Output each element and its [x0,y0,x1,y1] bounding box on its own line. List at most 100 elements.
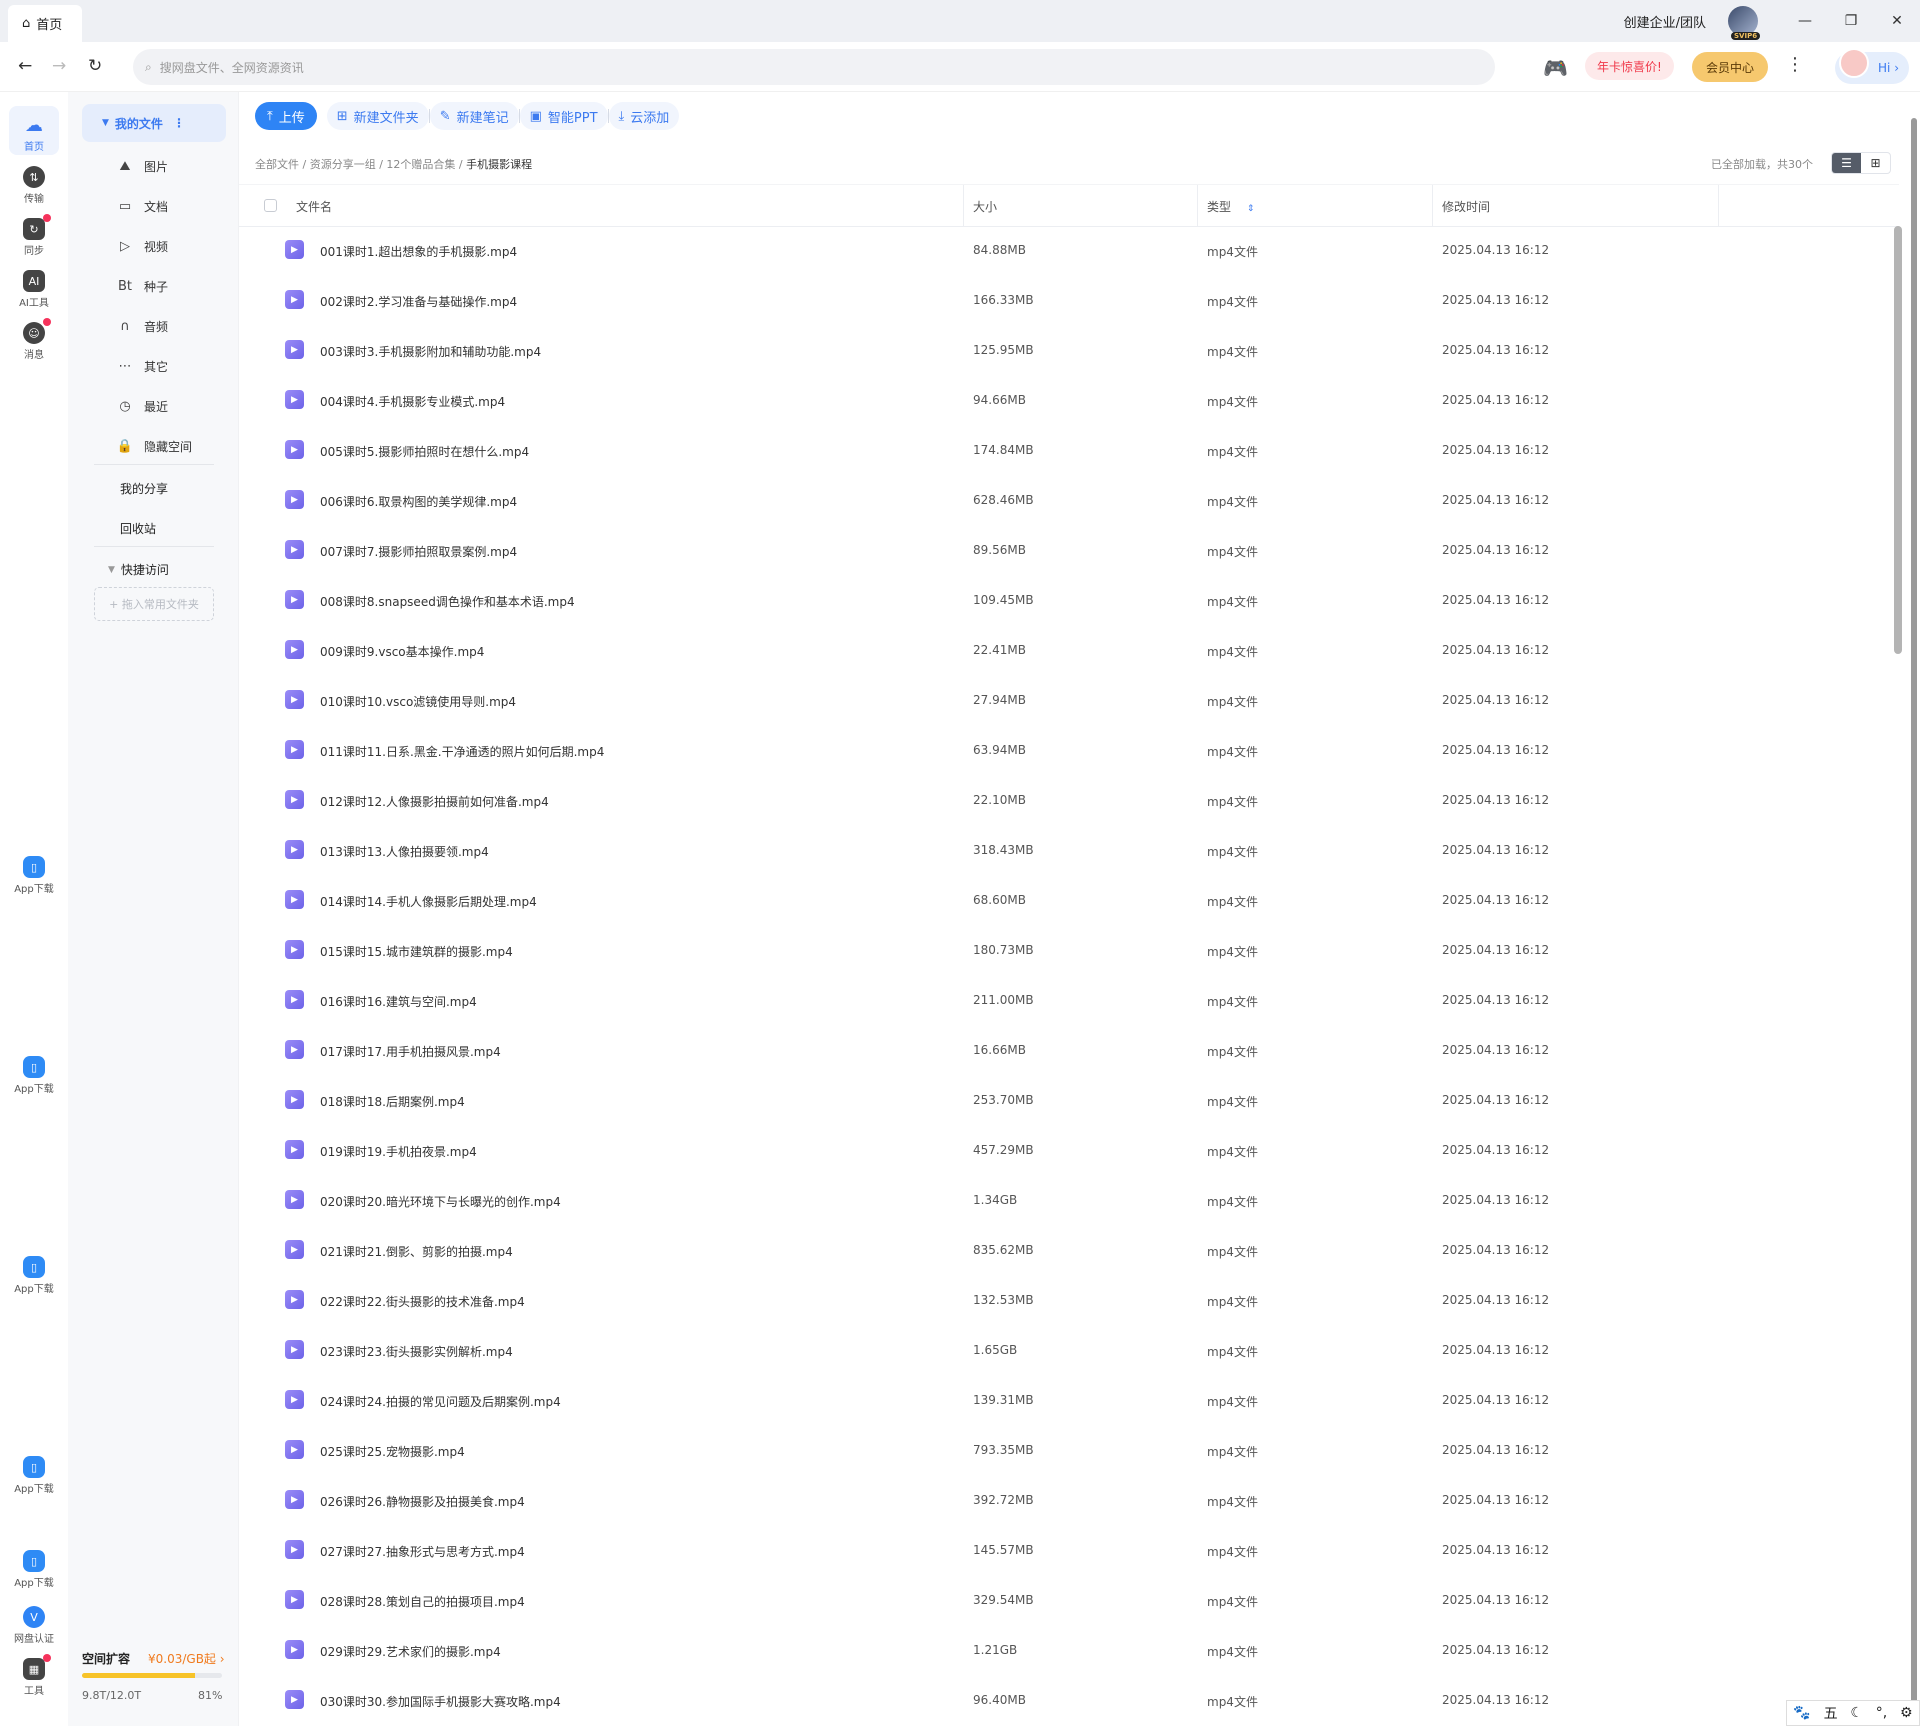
column-header-size[interactable]: 大小 [973,198,997,215]
table-row[interactable]: ▶ 005课时5.摄影师拍照时在想什么.mp4 174.84MB mp4文件 2025.… [239,426,1899,476]
page-scrollbar-thumb[interactable] [1911,118,1917,1718]
rail-app-download[interactable]: ▯ App下载 [0,856,68,895]
file-name[interactable]: 024课时24.拍摄的常见问题及后期案例.mp4 [320,1393,561,1410]
sidebar-item-videos[interactable]: ▷ 视频 [116,238,168,255]
rail-sync[interactable]: ↻ 同步 [0,214,68,257]
file-name[interactable]: 005课时5.摄影师拍照时在想什么.mp4 [320,443,529,460]
paw-icon[interactable]: 🐾 [1793,1705,1810,1721]
file-name[interactable]: 004课时4.手机摄影专业模式.mp4 [320,393,505,410]
column-header-type[interactable]: 类型 ⇕ [1207,198,1254,215]
file-name[interactable]: 010课时10.vsco滤镜使用导则.mp4 [320,693,516,710]
restore-button[interactable]: ❐ [1828,0,1874,42]
table-row[interactable]: ▶ 003课时3.手机摄影附加和辅助功能.mp4 125.95MB mp4文件 2025… [239,326,1899,376]
rail-transfer[interactable]: ⇅ 传输 [0,166,68,205]
sidebar-item-other[interactable]: ⋯ 其它 [116,358,169,375]
more-menu-icon[interactable]: ⋮ [1786,54,1804,75]
file-name[interactable]: 029课时29.艺术家们的摄影.mp4 [320,1643,501,1660]
file-name[interactable]: 026课时26.静物摄影及拍摄美食.mp4 [320,1493,525,1510]
file-name[interactable]: 028课时28.策划自己的拍摄项目.mp4 [320,1593,525,1610]
game-icon[interactable]: 🎮 [1543,56,1568,80]
table-row[interactable]: ▶ 028课时28.策划自己的拍摄项目.mp4 329.54MB mp4文件 2025.… [239,1576,1899,1626]
table-row[interactable]: ▶ 018课时18.后期案例.mp4 253.70MB mp4文件 2025.04.13… [239,1076,1899,1126]
table-row[interactable]: ▶ 006课时6.取景构图的美学规律.mp4 628.46MB mp4文件 2025.0… [239,476,1899,526]
new-note-button[interactable]: ✎ 新建笔记 [429,102,519,130]
file-name[interactable]: 008课时8.snapseed调色操作和基本术语.mp4 [320,593,575,610]
table-row[interactable]: ▶ 014课时14.手机人像摄影后期处理.mp4 68.60MB mp4文件 2025.… [239,876,1899,926]
table-row[interactable]: ▶ 008课时8.snapseed调色操作和基本术语.mp4 109.45MB mp4… [239,576,1899,626]
breadcrumb-item[interactable]: 全部文件 [255,158,299,171]
rail-tools[interactable]: ▦ 工具 [0,1654,68,1697]
file-name[interactable]: 006课时6.取景构图的美学规律.mp4 [320,493,517,510]
table-row[interactable]: ▶ 001课时1.超出想象的手机摄影.mp4 84.88MB mp4文件 2025.04… [239,226,1899,276]
column-header-modified[interactable]: 修改时间 [1442,198,1490,215]
kebab-icon[interactable]: ⋮ [173,116,185,130]
cloud-add-button[interactable]: ⤓ 云添加 [608,102,680,130]
file-name[interactable]: 007课时7.摄影师拍照取景案例.mp4 [320,543,517,560]
file-name[interactable]: 015课时15.城市建筑群的摄影.mp4 [320,943,513,960]
file-name[interactable]: 021课时21.倒影、剪影的拍摄.mp4 [320,1243,513,1260]
file-name[interactable]: 019课时19.手机拍夜景.mp4 [320,1143,477,1160]
file-name[interactable]: 018课时18.后期案例.mp4 [320,1093,465,1110]
table-row[interactable]: ▶ 023课时23.街头摄影实例解析.mp4 1.65GB mp4文件 2025.04.… [239,1326,1899,1376]
file-name[interactable]: 025课时25.宠物摄影.mp4 [320,1443,465,1460]
assistant-button[interactable]: Hi › [1835,48,1909,84]
rail-home[interactable]: ☁ 首页 [9,106,59,155]
storage-upgrade-link[interactable]: ¥0.03/GB起 › [148,1650,225,1667]
file-name[interactable]: 030课时30.参加国际手机摄影大赛攻略.mp4 [320,1693,561,1710]
file-name[interactable]: 020课时20.暗光环境下与长曝光的创作.mp4 [320,1193,561,1210]
create-team-link[interactable]: 创建企业/团队 [1624,12,1706,31]
sidebar-item-audio[interactable]: ∩ 音频 [116,318,168,335]
column-divider[interactable] [1432,185,1433,227]
list-view-icon[interactable]: ☰ [1832,153,1861,173]
sort-icon[interactable]: ⇕ [1247,204,1255,214]
sidebar-item-my-share[interactable]: 我的分享 [120,480,168,497]
column-divider[interactable] [963,185,964,227]
file-name[interactable]: 023课时23.街头摄影实例解析.mp4 [320,1343,513,1360]
refresh-button[interactable]: ↻ [88,56,102,76]
column-header-name[interactable]: 文件名 [296,198,332,215]
table-row[interactable]: ▶ 021课时21.倒影、剪影的拍摄.mp4 835.62MB mp4文件 2025.0… [239,1226,1899,1276]
rail-app-download[interactable]: ▯ App下载 [0,1456,68,1495]
back-button[interactable]: ← [18,56,32,76]
quick-access-drop-zone[interactable]: + 拖入常用文件夹 [94,587,214,621]
table-row[interactable]: ▶ 022课时22.街头摄影的技术准备.mp4 132.53MB mp4文件 2025.… [239,1276,1899,1326]
page-scrollbar[interactable] [1911,118,1917,1718]
file-name[interactable]: 027课时27.抽象形式与思考方式.mp4 [320,1543,525,1560]
file-name[interactable]: 009课时9.vsco基本操作.mp4 [320,643,484,660]
table-row[interactable]: ▶ 013课时13.人像拍摄要领.mp4 318.43MB mp4文件 2025.04.… [239,826,1899,876]
table-row[interactable]: ▶ 026课时26.静物摄影及拍摄美食.mp4 392.72MB mp4文件 2025.… [239,1476,1899,1526]
annual-promo-button[interactable]: 年卡惊喜价! [1585,52,1674,80]
new-folder-button[interactable]: ⊞ 新建文件夹 [326,102,429,130]
breadcrumb-item[interactable]: 12个赠品合集 [386,158,455,171]
file-name[interactable]: 014课时14.手机人像摄影后期处理.mp4 [320,893,537,910]
file-name[interactable]: 002课时2.学习准备与基础操作.mp4 [320,293,517,310]
column-divider[interactable] [1718,185,1719,227]
breadcrumb-item[interactable]: 资源分享一组 [310,158,376,171]
gear-icon[interactable]: ⚙ [1900,1705,1913,1721]
table-row[interactable]: ▶ 012课时12.人像摄影拍摄前如何准备.mp4 22.10MB mp4文件 2025… [239,776,1899,826]
rail-app-download[interactable]: ▯ App下载 [0,1256,68,1295]
table-row[interactable]: ▶ 024课时24.拍摄的常见问题及后期案例.mp4 139.31MB mp4文件 20… [239,1376,1899,1426]
table-row[interactable]: ▶ 019课时19.手机拍夜景.mp4 457.29MB mp4文件 2025.04.1… [239,1126,1899,1176]
table-row[interactable]: ▶ 011课时11.日系.黑金.干净通透的照片如何后期.mp4 63.94MB mp4… [239,726,1899,776]
table-row[interactable]: ▶ 025课时25.宠物摄影.mp4 793.35MB mp4文件 2025.04.13… [239,1426,1899,1476]
tab-home[interactable]: ⌂ 首页 [8,5,82,42]
sidebar-item-images[interactable]: ⛰ 图片 [116,158,168,175]
file-name[interactable]: 013课时13.人像拍摄要领.mp4 [320,843,489,860]
table-row[interactable]: ▶ 009课时9.vsco基本操作.mp4 22.41MB mp4文件 2025.04.… [239,626,1899,676]
file-name[interactable]: 012课时12.人像摄影拍摄前如何准备.mp4 [320,793,549,810]
table-row[interactable]: ▶ 002课时2.学习准备与基础操作.mp4 166.33MB mp4文件 2025.0… [239,276,1899,326]
rail-messages[interactable]: ☺ 消息 [0,318,68,361]
moon-icon[interactable]: ☾ [1850,1705,1863,1721]
search-input[interactable]: ⌕ 搜网盘文件、全网资源资讯 [133,49,1495,85]
table-row[interactable]: ▶ 029课时29.艺术家们的摄影.mp4 1.21GB mp4文件 2025.04.1… [239,1626,1899,1676]
table-row[interactable]: ▶ 020课时20.暗光环境下与长曝光的创作.mp4 1.34GB mp4文件 2025… [239,1176,1899,1226]
column-divider[interactable] [1197,185,1198,227]
list-scrollbar[interactable] [1894,226,1902,1716]
table-row[interactable]: ▶ 016课时16.建筑与空间.mp4 211.00MB mp4文件 2025.04.1… [239,976,1899,1026]
ime-mode[interactable]: 五 [1824,1703,1838,1723]
table-row[interactable]: ▶ 017课时17.用手机拍摄风景.mp4 16.66MB mp4文件 2025.04.… [239,1026,1899,1076]
sidebar-item-recent[interactable]: ◷ 最近 [116,398,168,415]
sidebar-item-documents[interactable]: ▭ 文档 [116,198,168,215]
sidebar-item-recycle-bin[interactable]: 回收站 [120,520,156,537]
